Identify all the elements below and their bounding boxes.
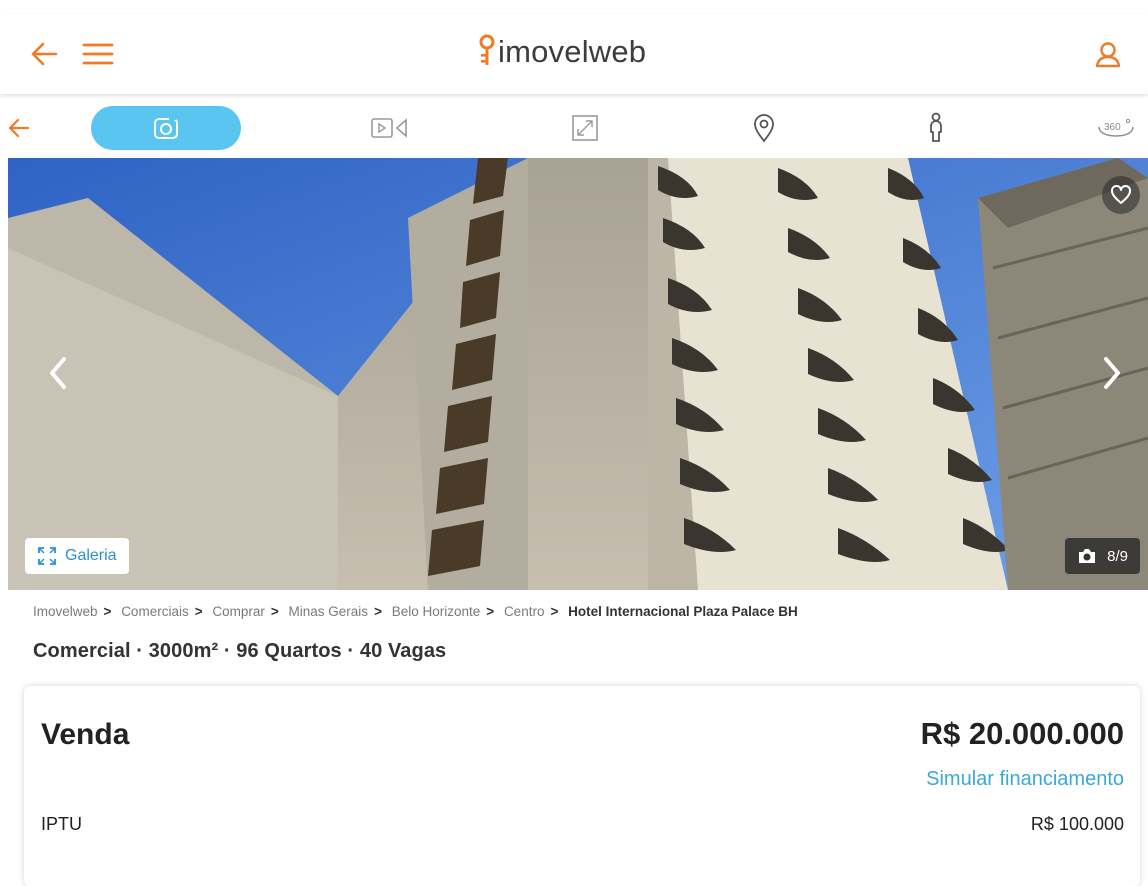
hamburger-menu-icon[interactable] xyxy=(78,36,118,72)
photo-counter: 8/9 xyxy=(1065,538,1140,574)
prev-photo-button[interactable] xyxy=(38,348,78,398)
tab-video[interactable] xyxy=(360,106,420,150)
breadcrumb-item[interactable]: Comprar xyxy=(212,604,265,619)
map-pin-icon xyxy=(754,114,774,143)
imovelweb-logo[interactable]: imovelweb xyxy=(478,30,646,74)
logo-text: imovelweb xyxy=(498,34,647,69)
user-account-icon[interactable] xyxy=(1088,34,1128,74)
sale-price: R$ 20.000.000 xyxy=(920,716,1124,751)
expand-icon xyxy=(38,547,56,565)
breadcrumb-item[interactable]: Minas Gerais xyxy=(289,604,369,619)
building-photo-image xyxy=(8,158,1148,590)
price-card: Venda R$ 20.000.000 Simular financiament… xyxy=(24,686,1140,886)
chevron-right-icon xyxy=(1104,357,1120,389)
simulate-financing-link[interactable]: Simular financiamento xyxy=(926,768,1124,791)
camera-icon xyxy=(154,116,178,139)
next-photo-button[interactable] xyxy=(1092,348,1132,398)
iptu-value: R$ 100.000 xyxy=(1030,814,1124,834)
breadcrumb-current: Hotel Internacional Plaza Palace BH xyxy=(568,604,798,619)
iptu-label: IPTU xyxy=(41,814,83,834)
back-arrow-icon[interactable] xyxy=(26,36,62,72)
tab-street-view[interactable] xyxy=(906,106,966,150)
operation-type: Venda xyxy=(41,718,130,751)
breadcrumb-item[interactable]: Comerciais xyxy=(121,604,189,619)
favorite-heart-button[interactable] xyxy=(1102,176,1140,214)
camera-icon xyxy=(1079,549,1096,563)
street-view-icon xyxy=(930,112,942,142)
logo-key-icon xyxy=(479,34,495,65)
property-summary: Comercial · 3000m² · 96 Quartos · 40 Vag… xyxy=(33,640,447,662)
chevron-left-icon xyxy=(50,357,66,389)
photo-counter-text: 8/9 xyxy=(1107,547,1128,565)
tab-photos[interactable] xyxy=(91,106,241,150)
breadcrumb-item[interactable]: Imovelweb xyxy=(33,604,98,619)
back-arrow-icon[interactable] xyxy=(4,106,34,150)
breadcrumb-item[interactable]: Centro xyxy=(504,604,545,619)
tab-360[interactable]: 360 xyxy=(1090,106,1142,150)
video-icon xyxy=(371,118,407,138)
app-header: imovelweb xyxy=(0,14,1148,94)
floorplan-icon xyxy=(572,115,598,141)
media-tabs-bar: 360 xyxy=(0,98,1148,158)
gallery-label: Galeria xyxy=(65,547,117,564)
heart-icon xyxy=(1111,185,1131,204)
svg-text:360: 360 xyxy=(1104,122,1121,133)
tab-floorplan[interactable] xyxy=(555,106,615,150)
breadcrumb: Imovelweb > Comerciais > Comprar > Minas Ge… xyxy=(33,604,798,619)
tab-map[interactable] xyxy=(734,106,794,150)
property-photo[interactable]: Galeria 8/9 xyxy=(8,158,1148,590)
breadcrumb-item[interactable]: Belo Horizonte xyxy=(392,604,481,619)
top-edge xyxy=(0,0,1148,15)
gallery-button[interactable]: Galeria xyxy=(25,538,129,574)
360-view-icon: 360 xyxy=(1098,118,1134,137)
